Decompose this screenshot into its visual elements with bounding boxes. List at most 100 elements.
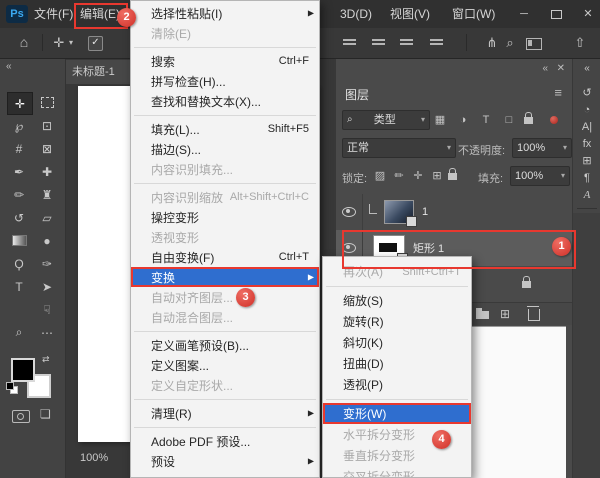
menu-item[interactable]: 垂直拆分变形 xyxy=(323,445,471,466)
type-tool[interactable]: T xyxy=(7,276,31,297)
menu-item[interactable]: 透视变形 xyxy=(131,227,319,247)
lock-position-icon[interactable]: ✛ xyxy=(410,166,426,186)
lock-all-icon[interactable] xyxy=(448,173,457,180)
menu-item[interactable]: 拼写检查(H)... xyxy=(131,71,319,91)
document-tab[interactable]: 未标题-1 xyxy=(66,60,136,84)
close-button[interactable]: ✕ xyxy=(578,0,598,28)
shape-tool[interactable] xyxy=(7,299,31,320)
menu-item[interactable]: 旋转(R) xyxy=(323,311,471,332)
search-icon[interactable]: ⌕ xyxy=(502,28,518,57)
object-selection-tool[interactable]: ⊡ xyxy=(35,115,59,136)
type-layer-filter-icon[interactable]: T xyxy=(478,110,494,130)
opacity-field[interactable]: 100%▾ xyxy=(512,138,572,158)
chevron-down-icon[interactable]: ▾ xyxy=(66,28,76,57)
delete-layer-icon[interactable] xyxy=(528,309,540,321)
align-right-icon[interactable] xyxy=(400,39,413,47)
distribute-icon[interactable] xyxy=(430,39,443,47)
menu-file[interactable]: 文件(F) xyxy=(34,0,73,28)
pixel-layer-filter-icon[interactable]: ▦ xyxy=(432,110,448,130)
menu-item[interactable]: Adobe PDF 预设... xyxy=(131,431,319,451)
lock-artboard-icon[interactable]: ⊞ xyxy=(429,166,445,186)
blend-mode-dropdown[interactable]: 正常▾ xyxy=(342,138,456,158)
screen-mode-icon[interactable]: ❏ xyxy=(40,407,51,421)
swap-colors-icon[interactable]: ⇄ xyxy=(42,354,50,365)
healing-brush-tool[interactable]: ✚ xyxy=(35,161,59,182)
menu-item[interactable]: 定义自定形状... xyxy=(131,375,319,395)
marquee-tool[interactable] xyxy=(35,92,59,113)
fill-field[interactable]: 100%▾ xyxy=(510,166,570,186)
zoom-level-indicator[interactable]: 100% xyxy=(80,452,108,464)
menu-item[interactable]: 填充(L)...Shift+F5 xyxy=(131,119,319,139)
visibility-eye-icon[interactable] xyxy=(342,243,356,253)
move-tool[interactable]: ✛ xyxy=(7,92,33,115)
menu-item[interactable]: 清理(R)▶ xyxy=(131,403,319,423)
lock-pixels-icon[interactable]: ✏ xyxy=(391,166,407,186)
new-layer-icon[interactable]: ⊞ xyxy=(500,303,510,325)
menu-item[interactable]: 搜索Ctrl+F xyxy=(131,51,319,71)
smart-object-filter-icon[interactable] xyxy=(524,117,533,124)
menu-item[interactable]: 斜切(K) xyxy=(323,332,471,353)
foreground-color-swatch[interactable] xyxy=(11,358,35,382)
adjustment-layer-filter-icon[interactable]: ◑ xyxy=(455,110,471,130)
menu-item[interactable]: 扭曲(D) xyxy=(323,353,471,374)
brush-tool[interactable]: ✏ xyxy=(7,184,31,205)
new-group-icon[interactable] xyxy=(476,311,489,319)
history-panel-icon[interactable]: ↺ xyxy=(573,86,600,100)
auto-select-checkbox[interactable]: ✓ xyxy=(88,36,103,51)
paragraph-panel-icon[interactable]: ¶ xyxy=(573,171,600,185)
menu-item[interactable]: 变换▶ xyxy=(131,267,319,287)
clone-stamp-tool[interactable]: ♜ xyxy=(35,184,59,205)
frame-tool[interactable]: ⊠ xyxy=(35,138,59,159)
menu-item[interactable]: 清除(E) xyxy=(131,23,319,43)
align-left-icon[interactable] xyxy=(343,39,356,47)
menu-item[interactable]: 交叉拆分变形 xyxy=(323,466,471,478)
menu-item[interactable]: 操控变形 xyxy=(131,207,319,227)
menu-item[interactable]: 选择性粘贴(I)▶ xyxy=(131,3,319,23)
pen-tool[interactable]: ✑ xyxy=(35,253,59,274)
dodge-tool[interactable]: Ϙ xyxy=(7,253,31,274)
styles-panel-icon[interactable]: fx xyxy=(573,137,600,151)
crop-tool[interactable]: # xyxy=(7,138,31,159)
home-icon[interactable]: ⌂ xyxy=(14,28,34,57)
character-panel-icon[interactable]: A| xyxy=(573,120,600,134)
menu-edit[interactable]: 编辑(E) xyxy=(80,0,120,28)
color-panel-icon[interactable]: ◔ xyxy=(573,103,600,117)
more-tools[interactable]: ⋯ xyxy=(35,322,59,343)
menu-view[interactable]: 视图(V) xyxy=(390,0,430,28)
layer-thumbnail[interactable] xyxy=(384,200,414,224)
menu-item[interactable]: 自动对齐图层... xyxy=(131,287,319,307)
panel-menu-icon[interactable]: ≡ xyxy=(554,85,562,100)
menu-item[interactable]: 定义图案... xyxy=(131,355,319,375)
collapse-dock-icon[interactable]: « xyxy=(573,62,600,76)
glyphs-panel-icon[interactable]: A xyxy=(573,188,600,202)
shape-layer-filter-icon[interactable]: □ xyxy=(501,110,517,130)
workspace-icon[interactable] xyxy=(526,38,542,50)
menu-item[interactable]: 描边(S)... xyxy=(131,139,319,159)
filter-toggle-light[interactable] xyxy=(550,116,558,124)
menu-item[interactable]: 透视(P) xyxy=(323,374,471,395)
align-center-icon[interactable] xyxy=(372,39,385,47)
close-panel-icon[interactable]: ✕ xyxy=(557,63,565,74)
3d-mode-icon[interactable]: ⋔ xyxy=(484,28,500,57)
lasso-tool[interactable]: ℘ xyxy=(7,115,31,136)
menu-window[interactable]: 窗口(W) xyxy=(452,0,495,28)
maximize-button[interactable] xyxy=(551,10,562,19)
menu-item[interactable]: 查找和替换文本(X)... xyxy=(131,91,319,111)
collapse-panel-icon[interactable]: « xyxy=(542,63,548,74)
hand-tool[interactable]: ☟ xyxy=(35,299,59,320)
lock-transparency-icon[interactable]: ▨ xyxy=(372,166,388,186)
menu-item[interactable]: 缩放(S) xyxy=(323,290,471,311)
menu-item[interactable]: 自由变换(F)Ctrl+T xyxy=(131,247,319,267)
menu-item[interactable]: 内容识别缩放Alt+Shift+Ctrl+C xyxy=(131,187,319,207)
menu-item[interactable]: 定义画笔预设(B)... xyxy=(131,335,319,355)
eyedropper-tool[interactable]: ✒ xyxy=(7,161,31,182)
visibility-eye-icon[interactable] xyxy=(342,207,356,217)
history-brush-tool[interactable]: ↺ xyxy=(7,207,31,228)
quick-mask-icon[interactable] xyxy=(12,410,30,423)
blur-tool[interactable]: ● xyxy=(35,230,59,251)
share-icon[interactable]: ⇧ xyxy=(572,28,588,57)
eraser-tool[interactable]: ▱ xyxy=(35,207,59,228)
path-select-tool[interactable]: ➤ xyxy=(35,276,59,297)
menu-item[interactable]: 自动混合图层... xyxy=(131,307,319,327)
layer-filter-dropdown[interactable]: ⌕ 类型▾ xyxy=(342,110,430,130)
